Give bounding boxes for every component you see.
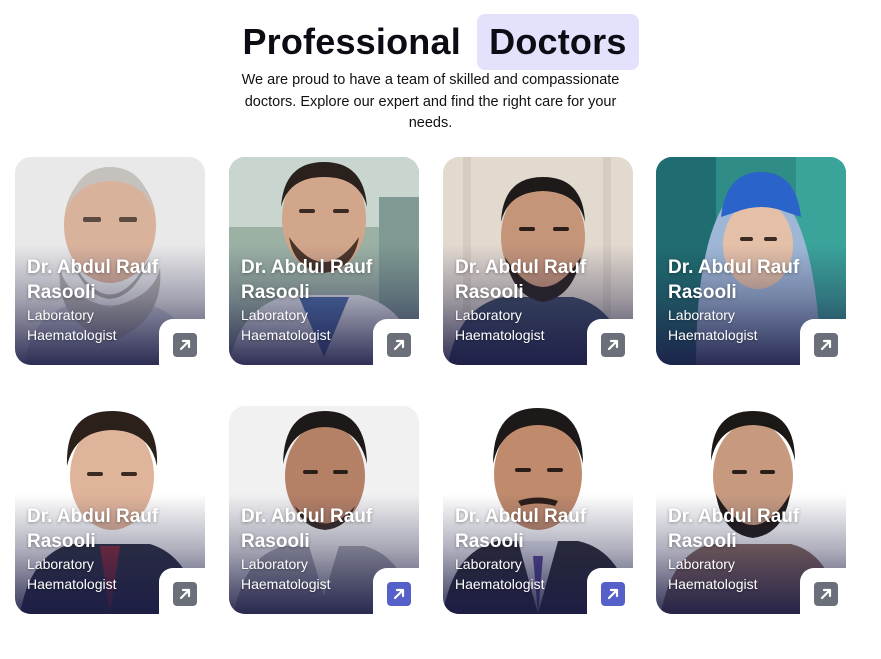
arrow-up-right-icon (179, 588, 191, 600)
doctor-card[interactable]: Dr. Abdul Rauf Rasooli Laboratory Haemat… (229, 406, 419, 614)
doctor-name: Dr. Abdul Rauf Rasooli (241, 506, 373, 552)
open-profile-button[interactable] (173, 333, 197, 357)
open-profile-button[interactable] (814, 333, 838, 357)
arrow-up-right-icon (820, 588, 832, 600)
doctor-name: Dr. Abdul Rauf Rasooli (241, 257, 373, 303)
open-profile-button[interactable] (601, 582, 625, 606)
open-profile-button[interactable] (173, 582, 197, 606)
arrow-up-right-icon (179, 339, 191, 351)
open-profile-button[interactable] (387, 333, 411, 357)
arrow-up-right-icon (393, 588, 405, 600)
arrow-up-right-icon (607, 588, 619, 600)
arrow-up-right-icon (393, 339, 405, 351)
doctor-card[interactable]: Dr. Abdul Rauf Rasooli Laboratory Haemat… (656, 157, 846, 365)
doctor-card[interactable]: Dr. Abdul Rauf Rasooli Laboratory Haemat… (15, 406, 205, 614)
doctor-name: Dr. Abdul Rauf Rasooli (27, 257, 159, 303)
title-plain: Professional (242, 21, 461, 62)
doctor-card[interactable]: Dr. Abdul Rauf Rasooli Laboratory Haemat… (229, 157, 419, 365)
section-subtitle: We are proud to have a team of skilled a… (241, 72, 620, 131)
doctor-card[interactable]: Dr. Abdul Rauf Rasooli Laboratory Haemat… (443, 157, 633, 365)
arrow-up-right-icon (820, 339, 832, 351)
doctor-name: Dr. Abdul Rauf Rasooli (27, 506, 159, 552)
section-title: Professional Doctors (0, 14, 881, 70)
doctor-name: Dr. Abdul Rauf Rasooli (455, 506, 587, 552)
open-profile-button[interactable] (387, 582, 411, 606)
doctor-name: Dr. Abdul Rauf Rasooli (455, 257, 587, 303)
open-profile-button[interactable] (814, 582, 838, 606)
open-profile-button[interactable] (601, 333, 625, 357)
title-highlight: Doctors (477, 14, 639, 70)
arrow-up-right-icon (607, 339, 619, 351)
doctor-card[interactable]: Dr. Abdul Rauf Rasooli Laboratory Haemat… (15, 157, 205, 365)
doctor-card[interactable]: Dr. Abdul Rauf Rasooli Laboratory Haemat… (656, 406, 846, 614)
doctor-card[interactable]: Dr. Abdul Rauf Rasooli Laboratory Haemat… (443, 406, 633, 614)
doctor-name: Dr. Abdul Rauf Rasooli (668, 506, 800, 552)
doctors-section: Professional Doctors We are proud to hav… (0, 0, 881, 659)
doctor-name: Dr. Abdul Rauf Rasooli (668, 257, 800, 303)
